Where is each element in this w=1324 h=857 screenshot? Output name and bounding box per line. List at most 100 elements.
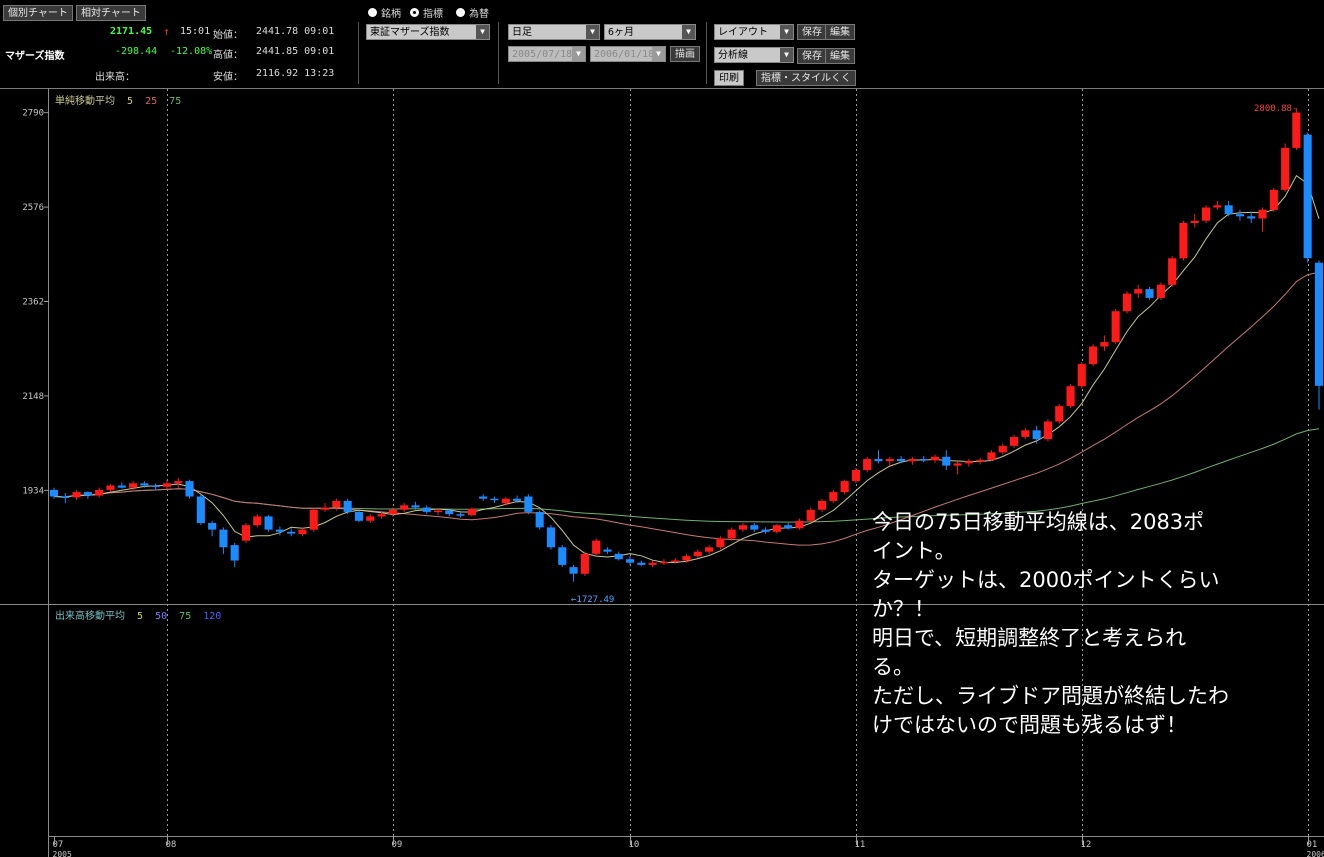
candle-down bbox=[343, 500, 352, 512]
candle-down bbox=[569, 567, 578, 574]
low-label: 安値： bbox=[213, 72, 243, 83]
analysis-edit-button[interactable]: 編集 bbox=[825, 48, 855, 64]
symbol-select[interactable]: 東証マザーズ指数 ▼ bbox=[366, 24, 490, 40]
x-tick-label: 11 bbox=[855, 840, 866, 850]
candle-up bbox=[106, 485, 115, 490]
layout-save-button[interactable]: 保存 bbox=[797, 24, 827, 40]
change-value: -298.44 bbox=[115, 46, 158, 57]
candle-up bbox=[72, 492, 81, 498]
indicator-style-button[interactable]: 指標・スタイルくく bbox=[756, 70, 856, 86]
candle-down bbox=[185, 481, 194, 497]
legend-vol50: 50 bbox=[155, 611, 168, 622]
date-to-value: 2006/01/18 bbox=[594, 49, 655, 60]
candle-down bbox=[49, 489, 58, 497]
comment-line: 明日で、短期調整終了と考えられ bbox=[872, 626, 1187, 650]
candle-down bbox=[1247, 216, 1256, 219]
open-label: 始値： bbox=[213, 30, 243, 41]
tab-relative-chart[interactable]: 相対チャート bbox=[76, 5, 146, 21]
overlay-comment: 今日の75日移動平均線は、2083ポ イント。 ターゲットは、2000ポイントく… bbox=[872, 508, 1292, 740]
candle-down bbox=[83, 492, 92, 496]
comment-line: か？！ bbox=[872, 597, 935, 621]
legend-ma5: 5 bbox=[127, 96, 134, 107]
candle-down bbox=[546, 527, 555, 548]
candle-up bbox=[930, 456, 939, 461]
candle-down bbox=[626, 559, 635, 563]
date-from-value: 2005/07/18 bbox=[512, 49, 573, 60]
date-to-select[interactable]: 2006/01/18 ▼ bbox=[590, 46, 666, 62]
high-value: 2441.85 09:01 bbox=[256, 46, 335, 57]
candle-down bbox=[513, 498, 522, 501]
candle-up bbox=[1055, 406, 1064, 422]
candle-up bbox=[851, 470, 860, 481]
layout-select-value: レイアウト bbox=[718, 27, 768, 38]
x-tick-label: 09 bbox=[392, 840, 403, 850]
radio-dot-icon bbox=[456, 8, 465, 17]
candle-up bbox=[241, 525, 250, 541]
candle-up bbox=[129, 483, 138, 488]
candle-down bbox=[535, 512, 544, 528]
candle-down bbox=[919, 459, 928, 461]
candle-down bbox=[750, 525, 759, 530]
candle-up bbox=[998, 445, 1007, 453]
x-tick-label: 01 bbox=[1307, 840, 1318, 850]
print-button[interactable]: 印刷 bbox=[714, 70, 744, 86]
candle-up bbox=[806, 509, 815, 521]
candle-down bbox=[1224, 205, 1233, 215]
candle-up bbox=[1066, 386, 1075, 407]
candle-up bbox=[467, 508, 476, 516]
draw-button[interactable]: 描画 bbox=[670, 46, 700, 62]
radio-forex[interactable]: 為替 bbox=[456, 5, 489, 20]
y-tick-label: 2576 bbox=[22, 203, 44, 213]
comment-line: けではないので問題も残るはず！ bbox=[872, 713, 1187, 737]
candle-up bbox=[863, 459, 872, 470]
radio-label: 為替 bbox=[469, 9, 489, 20]
analysis-select[interactable]: 分析線 ▼ bbox=[714, 47, 794, 63]
candle-down bbox=[897, 459, 906, 462]
candle-up bbox=[298, 529, 307, 534]
candle-up bbox=[795, 520, 804, 529]
range-select[interactable]: 6ヶ月 ▼ bbox=[604, 24, 696, 40]
candle-down bbox=[445, 510, 454, 515]
high-label: 高値： bbox=[213, 50, 243, 61]
candle-up bbox=[738, 525, 747, 530]
candle-down bbox=[275, 529, 284, 532]
candle-up bbox=[908, 459, 917, 462]
candle-down bbox=[1235, 214, 1244, 217]
candle-up bbox=[964, 461, 973, 464]
radio-symbol[interactable]: 銘柄 bbox=[368, 5, 401, 20]
analysis-save-button[interactable]: 保存 bbox=[797, 48, 827, 64]
tab-individual-chart[interactable]: 個別チャート bbox=[3, 5, 73, 21]
candle-up bbox=[829, 492, 838, 501]
date-from-select[interactable]: 2005/07/18 ▼ bbox=[508, 46, 586, 62]
candle-up bbox=[1269, 189, 1278, 210]
x-tick-label: 07 bbox=[53, 840, 64, 850]
candle-up bbox=[987, 452, 996, 460]
candle-up bbox=[1292, 112, 1301, 148]
radio-label: 指標 bbox=[423, 9, 443, 20]
radio-label: 銘柄 bbox=[381, 9, 401, 20]
last-time: 15:01 bbox=[180, 26, 211, 37]
candle-up bbox=[1134, 289, 1143, 294]
candle-up bbox=[1010, 437, 1019, 446]
candle-down bbox=[151, 485, 160, 487]
comment-line: ただし、ライブドア問題が終結したわ bbox=[872, 684, 1229, 708]
x-tick-label: 12 bbox=[1081, 840, 1092, 850]
candle-down bbox=[219, 529, 228, 548]
x-tick-label: 08 bbox=[166, 840, 177, 850]
low-annotation: ←1727.49 bbox=[571, 595, 614, 605]
candle-up bbox=[321, 507, 330, 510]
layout-select[interactable]: レイアウト ▼ bbox=[714, 24, 794, 40]
candle-up bbox=[705, 547, 714, 552]
layout-edit-button[interactable]: 編集 bbox=[825, 24, 855, 40]
radio-index[interactable]: 指標 bbox=[410, 5, 443, 20]
candle-up bbox=[1179, 223, 1188, 259]
candle-up bbox=[772, 525, 781, 532]
candle-down bbox=[196, 496, 205, 523]
candle-up bbox=[976, 459, 985, 462]
chevron-down-icon: ▼ bbox=[652, 47, 665, 61]
candle-up bbox=[1111, 311, 1120, 343]
period-select[interactable]: 日足 ▼ bbox=[508, 24, 600, 40]
symbol-select-value: 東証マザーズ指数 bbox=[370, 27, 450, 38]
separator bbox=[358, 22, 359, 84]
open-value: 2441.78 09:01 bbox=[256, 26, 335, 37]
